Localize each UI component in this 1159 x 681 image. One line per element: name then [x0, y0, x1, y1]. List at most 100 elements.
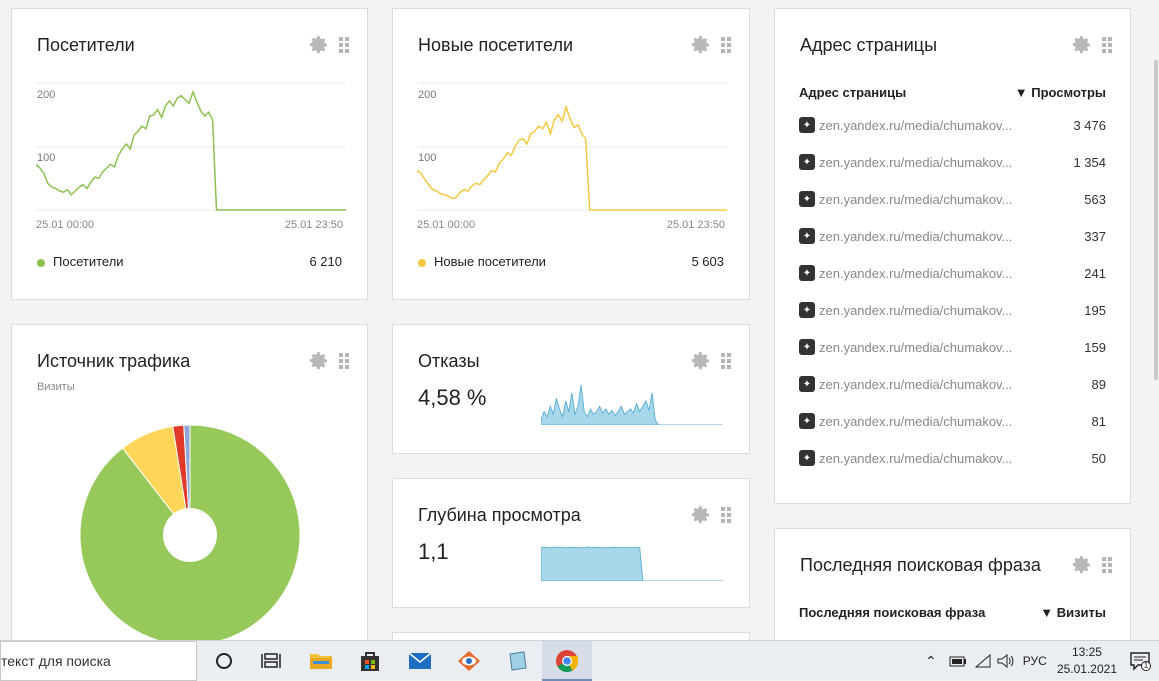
- table-row[interactable]: ✦ zen.yandex.ru/media/chumakov... 159: [799, 339, 1106, 355]
- gear-icon[interactable]: [1072, 555, 1092, 575]
- row-url-text: zen.yandex.ru/media/chumakov...: [819, 265, 1013, 281]
- table-row[interactable]: ✦ zen.yandex.ru/media/chumakov... 50: [799, 450, 1106, 466]
- gear-icon[interactable]: [1072, 35, 1092, 55]
- drag-handle-icon[interactable]: [721, 37, 731, 53]
- y-tick-100: 100: [418, 152, 437, 164]
- row-url-text: zen.yandex.ru/media/chumakov...: [819, 228, 1013, 244]
- x-tick-start: 25.01 00:00: [36, 219, 95, 231]
- zen-icon: ✦: [799, 450, 815, 466]
- drag-handle-icon[interactable]: [1102, 37, 1112, 53]
- legend-value: 6 210: [309, 254, 342, 269]
- wifi-icon[interactable]: [974, 654, 991, 668]
- scrollbar-thumb[interactable]: [1154, 60, 1158, 380]
- legend-row[interactable]: Новые посетители 5 603: [418, 254, 724, 269]
- row-views: 1 354: [1073, 154, 1106, 170]
- table-row[interactable]: ✦ zen.yandex.ru/media/chumakov... 195: [799, 302, 1106, 318]
- zen-icon: ✦: [799, 154, 815, 170]
- drag-handle-icon[interactable]: [721, 507, 731, 523]
- table-row[interactable]: ✦ zen.yandex.ru/media/chumakov... 563: [799, 191, 1106, 207]
- mail-button[interactable]: [406, 647, 434, 675]
- zen-icon: ✦: [799, 191, 815, 207]
- visitors-widget: Посетители 200 100 25.01 00:00 25.01 23:…: [11, 8, 368, 300]
- gear-icon[interactable]: [691, 351, 711, 371]
- task-view-button[interactable]: [210, 647, 238, 675]
- column-header-views[interactable]: ▼ Просмотры: [1015, 85, 1106, 100]
- widget-title: Глубина просмотра: [418, 505, 581, 525]
- sparkline-area: [541, 546, 723, 581]
- traffic-pie-chart[interactable]: [12, 325, 368, 654]
- row-url[interactable]: ✦ zen.yandex.ru/media/chumakov...: [799, 302, 1012, 318]
- x-tick-end: 25.01 23:50: [666, 219, 725, 231]
- app-button-eye[interactable]: [455, 647, 483, 675]
- widget-title: Новые посетители: [418, 35, 574, 55]
- notes-app-icon: [509, 651, 527, 671]
- column-header-url[interactable]: Адрес страницы: [799, 85, 906, 100]
- table-row[interactable]: ✦ zen.yandex.ru/media/chumakov... 1 354: [799, 154, 1106, 170]
- drag-handle-icon[interactable]: [1102, 557, 1112, 573]
- gear-icon[interactable]: [309, 35, 329, 55]
- timeline-icon: [261, 653, 281, 668]
- taskbar-search-input[interactable]: текст для поиска: [0, 641, 197, 681]
- table-row[interactable]: ✦ zen.yandex.ru/media/chumakov... 89: [799, 376, 1106, 392]
- app-button-notes[interactable]: [503, 647, 531, 675]
- file-explorer-button[interactable]: [307, 647, 335, 675]
- clock-date: 25.01.2021: [1056, 662, 1117, 676]
- zen-icon: ✦: [799, 302, 815, 318]
- table-header: Адрес страницы ▼ Просмотры: [799, 85, 1106, 100]
- row-url[interactable]: ✦ zen.yandex.ru/media/chumakov...: [799, 154, 1012, 170]
- table-header: Последняя поисковая фраза ▼ Визиты: [799, 605, 1106, 620]
- timeline-button[interactable]: [257, 647, 285, 675]
- row-url[interactable]: ✦ zen.yandex.ru/media/chumakov...: [799, 450, 1012, 466]
- y-tick-200: 200: [37, 89, 56, 101]
- volume-icon[interactable]: [997, 654, 1015, 668]
- show-hidden-icons-button[interactable]: ⌃: [925, 653, 937, 670]
- new-visitors-series-line: [417, 104, 727, 211]
- clock-time: 13:25: [1071, 645, 1102, 659]
- notification-count: 1: [1141, 661, 1151, 671]
- traffic-source-widget: Источник трафика Визиты: [11, 324, 368, 654]
- gear-icon[interactable]: [691, 35, 711, 55]
- legend-label: Посетители: [53, 254, 124, 269]
- gear-icon[interactable]: [691, 505, 711, 525]
- row-url-text: zen.yandex.ru/media/chumakov...: [819, 339, 1013, 355]
- column-header-visits[interactable]: ▼ Визиты: [1040, 605, 1106, 620]
- sparkline-area: [541, 384, 723, 425]
- legend-value: 5 603: [691, 254, 724, 269]
- column-header-phrase[interactable]: Последняя поисковая фраза: [799, 605, 985, 620]
- row-url[interactable]: ✦ zen.yandex.ru/media/chumakov...: [799, 228, 1012, 244]
- chrome-button[interactable]: [553, 647, 581, 675]
- page-scrollbar[interactable]: [1152, 0, 1159, 640]
- drag-handle-icon[interactable]: [721, 353, 731, 369]
- legend-row[interactable]: Посетители 6 210: [37, 254, 342, 269]
- zen-icon: ✦: [799, 228, 815, 244]
- store-button[interactable]: [356, 647, 384, 675]
- x-tick-start: 25.01 00:00: [417, 219, 476, 231]
- row-url[interactable]: ✦ zen.yandex.ru/media/chumakov...: [799, 117, 1012, 133]
- row-url[interactable]: ✦ zen.yandex.ru/media/chumakov...: [799, 413, 1012, 429]
- clock[interactable]: 13:25 25.01.2021: [1057, 644, 1117, 678]
- row-views: 89: [1091, 376, 1106, 392]
- drag-handle-icon[interactable]: [339, 37, 349, 53]
- row-url-text: zen.yandex.ru/media/chumakov...: [819, 154, 1013, 170]
- row-views: 81: [1091, 413, 1106, 429]
- depth-value: 1,1: [418, 539, 449, 564]
- widget-title: Посетители: [37, 35, 135, 55]
- row-url[interactable]: ✦ zen.yandex.ru/media/chumakov...: [799, 376, 1012, 392]
- notifications-button[interactable]: 1: [1130, 651, 1151, 671]
- row-url[interactable]: ✦ zen.yandex.ru/media/chumakov...: [799, 265, 1012, 281]
- table-row[interactable]: ✦ zen.yandex.ru/media/chumakov... 241: [799, 265, 1106, 281]
- battery-icon[interactable]: [949, 655, 967, 667]
- row-url[interactable]: ✦ zen.yandex.ru/media/chumakov...: [799, 339, 1012, 355]
- legend-dot: [37, 258, 45, 267]
- language-indicator[interactable]: РУС: [1023, 654, 1047, 668]
- row-views: 3 476: [1073, 117, 1106, 133]
- zen-icon: ✦: [799, 376, 815, 392]
- row-views: 241: [1084, 265, 1106, 281]
- table-row[interactable]: ✦ zen.yandex.ru/media/chumakov... 3 476: [799, 117, 1106, 133]
- task-view-icon: [216, 653, 232, 669]
- widget-title: Отказы: [418, 351, 480, 371]
- table-row[interactable]: ✦ zen.yandex.ru/media/chumakov... 81: [799, 413, 1106, 429]
- table-row[interactable]: ✦ zen.yandex.ru/media/chumakov... 337: [799, 228, 1106, 244]
- row-url[interactable]: ✦ zen.yandex.ru/media/chumakov...: [799, 191, 1012, 207]
- row-url-text: zen.yandex.ru/media/chumakov...: [819, 413, 1013, 429]
